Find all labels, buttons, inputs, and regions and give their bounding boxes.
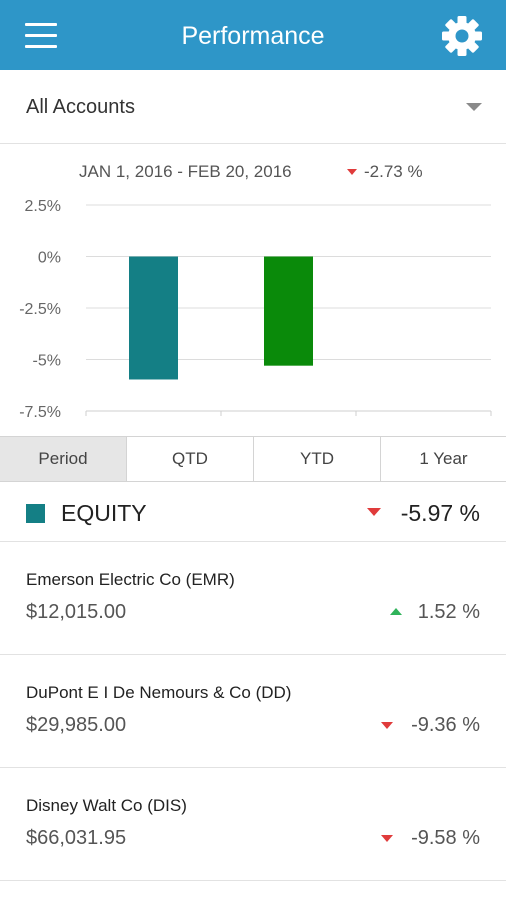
performance-summary: JAN 1, 2016 - FEB 20, 2016 -2.73 %	[0, 162, 506, 184]
holding-name: Emerson Electric Co (EMR)	[26, 570, 235, 589]
holding-change: -9.58 %	[411, 827, 480, 849]
tab-ytd[interactable]: YTD	[254, 437, 381, 481]
account-selector[interactable]: All Accounts	[0, 70, 506, 144]
down-triangle-icon	[381, 722, 393, 729]
y-tick-label: 0%	[38, 250, 61, 267]
y-tick-label: 2.5%	[25, 198, 61, 215]
page-title: Performance	[181, 22, 325, 50]
down-triangle-icon	[367, 508, 381, 516]
account-selector-value: All Accounts	[26, 96, 135, 118]
chart-bar[interactable]	[129, 256, 178, 380]
equity-summary-row[interactable]: EQUITY -5.97 %	[0, 482, 506, 542]
hamburger-menu-icon[interactable]	[25, 23, 57, 49]
dropdown-caret-icon	[466, 103, 482, 111]
gear-icon[interactable]	[441, 15, 483, 57]
tab-period[interactable]: Period	[0, 437, 127, 481]
y-tick-label: -7.5%	[19, 404, 61, 421]
holding-name: DuPont E I De Nemours & Co (DD)	[26, 683, 292, 702]
date-range: JAN 1, 2016 - FEB 20, 2016	[79, 162, 292, 181]
holding-value: $12,015.00	[26, 601, 127, 623]
holding-row[interactable]: Disney Walt Co (DIS) $66,031.95 -9.58 %	[0, 768, 506, 881]
y-tick-label: -5%	[33, 353, 61, 370]
equity-change: -5.97 %	[400, 500, 480, 526]
chart-bar[interactable]	[264, 256, 313, 366]
up-triangle-icon	[390, 608, 402, 615]
holding-change: 1.52 %	[417, 601, 480, 623]
equity-label: EQUITY	[61, 500, 147, 526]
holding-row[interactable]: Emerson Electric Co (EMR) $12,015.00 1.5…	[0, 542, 506, 655]
tab-1-year[interactable]: 1 Year	[381, 437, 506, 481]
y-tick-label: -2.5%	[19, 301, 61, 318]
performance-chart: 2.5% 0% -2.5% -5% -7.5%	[19, 198, 492, 421]
tab-qtd[interactable]: QTD	[127, 437, 254, 481]
equity-color-swatch	[26, 504, 45, 523]
holding-row[interactable]: DuPont E I De Nemours & Co (DD) $29,985.…	[0, 655, 506, 768]
period-tabs: Period QTD YTD 1 Year	[0, 436, 506, 482]
app-bar: Performance	[0, 0, 506, 70]
holding-value: $29,985.00	[26, 714, 127, 736]
down-triangle-icon	[347, 169, 357, 175]
down-triangle-icon	[381, 835, 393, 842]
holding-change: -9.36 %	[411, 714, 480, 736]
holding-value: $66,031.95	[26, 827, 127, 849]
total-change: -2.73 %	[364, 162, 423, 181]
holding-name: Disney Walt Co (DIS)	[26, 796, 187, 815]
